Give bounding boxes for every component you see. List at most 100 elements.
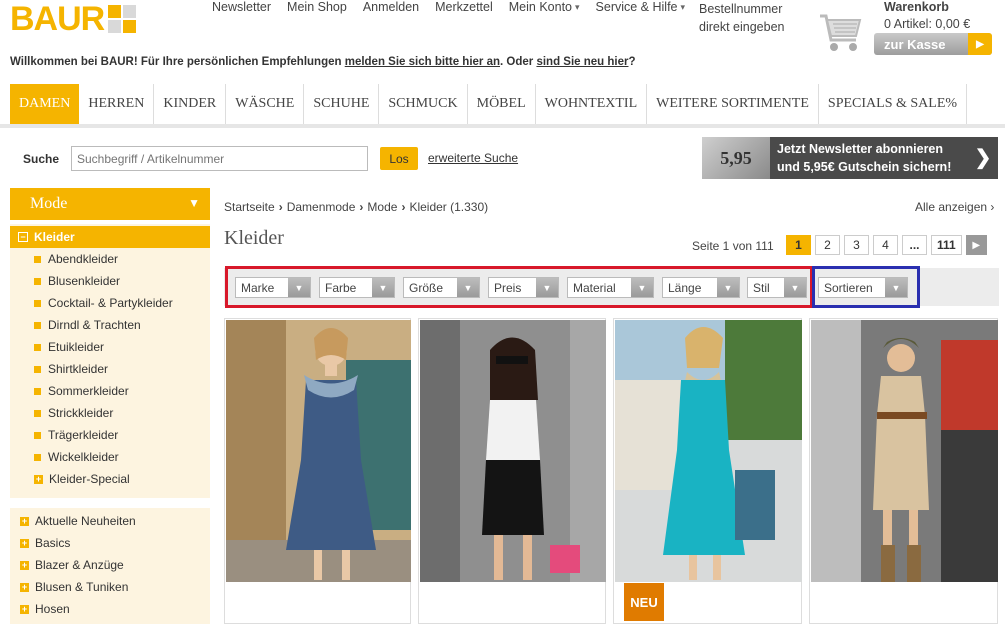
sidebar-subitem-label: Trägerkleider — [48, 428, 119, 442]
expand-icon: + — [20, 559, 29, 570]
chevron-right-icon: › — [990, 200, 995, 214]
category-tab[interactable]: HERREN — [79, 84, 155, 124]
pagination: 1 2 3 4... 111 ▶ — [786, 235, 987, 255]
page-link[interactable]: 2 — [815, 235, 840, 255]
sidebar-subitem[interactable]: Abendkleider — [34, 250, 118, 268]
bullet-icon — [34, 343, 41, 351]
category-tab[interactable]: MÖBEL — [468, 84, 536, 124]
baur-logo[interactable]: BAUR — [10, 0, 137, 38]
login-link[interactable]: melden Sie sich bitte hier an — [345, 56, 500, 68]
topnav-item[interactable]: Anmelden — [363, 0, 419, 14]
breadcrumb-item: Kleider (1.330) — [409, 200, 489, 214]
page-title: Kleider — [224, 227, 284, 249]
page-link[interactable]: 3 — [844, 235, 869, 255]
search-input[interactable] — [71, 146, 368, 171]
bullet-icon — [34, 277, 41, 285]
show-all-link[interactable]: Alle anzeigen › — [915, 200, 994, 214]
cart-title[interactable]: Warenkorb — [884, 0, 949, 14]
sidebar-mode-header[interactable]: Mode ▼ — [10, 188, 210, 220]
product-image — [420, 320, 606, 582]
sidebar-subitem[interactable]: Dirndl & Trachten — [34, 316, 141, 334]
next-page-icon[interactable]: ▶ — [965, 235, 987, 255]
sidebar-group[interactable]: + Blusen & Tuniken — [20, 578, 128, 596]
expand-icon: + — [34, 473, 43, 484]
category-tab[interactable]: WEITERE SORTIMENTE — [647, 84, 819, 124]
sidebar-heading: Mode — [30, 195, 68, 212]
sidebar-subitem[interactable]: Strickkleider — [34, 404, 113, 422]
sidebar-group-label: Hosen — [35, 602, 70, 616]
category-tab[interactable]: WOHNTEXTIL — [536, 84, 648, 124]
sort-highlight-box — [812, 266, 920, 308]
voucher-image: 5,95 — [702, 137, 770, 179]
welcome-prefix: Willkommen bei BAUR! Für Ihre persönlich… — [10, 56, 342, 68]
order-number-link[interactable]: Bestellnummer direkt eingeben — [699, 0, 784, 36]
sidebar-subitem[interactable]: Shirtkleider — [34, 360, 108, 378]
filter-highlight-box — [225, 266, 813, 308]
sidebar-group-label: Aktuelle Neuheiten — [35, 514, 136, 528]
logo-text: BAUR — [10, 0, 105, 38]
sidebar-subcategories: − Kleider Abendkleider Blusenkleider Cockt… — [10, 224, 210, 498]
sidebar-group[interactable]: + Hosen — [20, 600, 70, 618]
sidebar-special[interactable]: + Kleider-Special — [34, 470, 130, 488]
category-tab[interactable]: SCHUHE — [304, 84, 380, 124]
advanced-search-link[interactable]: erweiterte Suche — [428, 151, 518, 165]
page-link[interactable]: ... — [902, 235, 927, 255]
topnav-item[interactable]: Service & Hilfe ▾ — [596, 0, 686, 14]
sidebar-item-kleider[interactable]: − Kleider — [10, 226, 210, 248]
topnav-item-label: Service & Hilfe — [595, 0, 678, 14]
breadcrumb-separator-icon: › — [278, 200, 283, 214]
sidebar-subitem[interactable]: Trägerkleider — [34, 426, 118, 444]
sidebar-subitem[interactable]: Wickelkleider — [34, 448, 119, 466]
topnav-item[interactable]: Mein Shop — [287, 0, 347, 14]
topnav-item-label: Anmelden — [362, 0, 420, 14]
sidebar-subitem[interactable]: Cocktail- & Partykleider — [34, 294, 173, 312]
category-tab[interactable]: DAMEN — [10, 84, 80, 124]
collapse-icon: − — [18, 232, 28, 242]
category-tab[interactable]: KINDER — [154, 84, 227, 124]
sidebar-group[interactable]: + Aktuelle Neuheiten — [20, 512, 136, 530]
arrow-right-icon: ▶ — [968, 33, 992, 55]
product-card[interactable] — [418, 318, 606, 624]
product-card[interactable] — [224, 318, 411, 624]
sidebar-group-label: Basics — [35, 536, 71, 550]
shopping-cart-icon[interactable] — [818, 10, 864, 54]
sidebar-subitem[interactable]: Blusenkleider — [34, 272, 120, 290]
sidebar-subitem-label: Etuikleider — [48, 340, 105, 354]
category-tab[interactable]: SPECIALS & SALE% — [819, 84, 968, 124]
product-image — [811, 320, 998, 582]
sidebar-group[interactable]: + Blazer & Anzüge — [20, 556, 124, 574]
breadcrumb-item[interactable]: Damenmode — [287, 200, 356, 214]
sidebar-subitem[interactable]: Etuikleider — [34, 338, 104, 356]
new-badge: NEU — [624, 583, 664, 621]
chevron-down-icon: ▾ — [575, 1, 580, 12]
category-tab[interactable]: WÄSCHE — [226, 84, 305, 124]
topnav-item[interactable]: Mein Konto ▾ — [509, 0, 580, 14]
breadcrumb-item[interactable]: Mode — [367, 200, 397, 214]
register-link[interactable]: sind Sie neu hier — [536, 56, 628, 68]
topnav-item-label: Mein Konto — [508, 0, 572, 14]
topnav-item[interactable]: Newsletter — [212, 0, 271, 14]
search-label: Suche — [23, 152, 60, 166]
page-link[interactable]: 4 — [873, 235, 898, 255]
page-link[interactable]: 1 — [786, 235, 811, 255]
topnav-item-label: Newsletter — [212, 0, 272, 14]
newsletter-banner[interactable]: 5,95 Jetzt Newsletter abonnieren und 5,9… — [702, 137, 998, 179]
bullet-icon — [34, 365, 41, 373]
newsletter-line-1: Jetzt Newsletter abonnieren — [777, 142, 944, 156]
sidebar-subitem-label: Shirtkleider — [48, 362, 109, 376]
topnav-item[interactable]: Merkzettel — [435, 0, 493, 14]
topnav-item-label: Mein Shop — [287, 0, 347, 14]
page-link[interactable]: 111 — [931, 235, 962, 255]
breadcrumb-item[interactable]: Startseite — [224, 200, 275, 214]
search-button[interactable]: Los — [380, 147, 418, 170]
product-card[interactable] — [809, 318, 998, 624]
product-image — [615, 320, 802, 582]
checkout-button[interactable]: zur Kasse ▶ — [874, 33, 992, 55]
top-navigation: Newsletter Mein Shop Anmelden Merkzettel Mei… — [212, 0, 685, 14]
product-card[interactable]: NEU — [613, 318, 802, 624]
category-tab[interactable]: SCHMUCK — [379, 84, 468, 124]
logo-squares-icon — [108, 5, 137, 33]
sidebar-group[interactable]: + Basics — [20, 534, 70, 552]
sidebar-subitem[interactable]: Sommerkleider — [34, 382, 129, 400]
sidebar-subitem-label: Wickelkleider — [48, 450, 119, 464]
